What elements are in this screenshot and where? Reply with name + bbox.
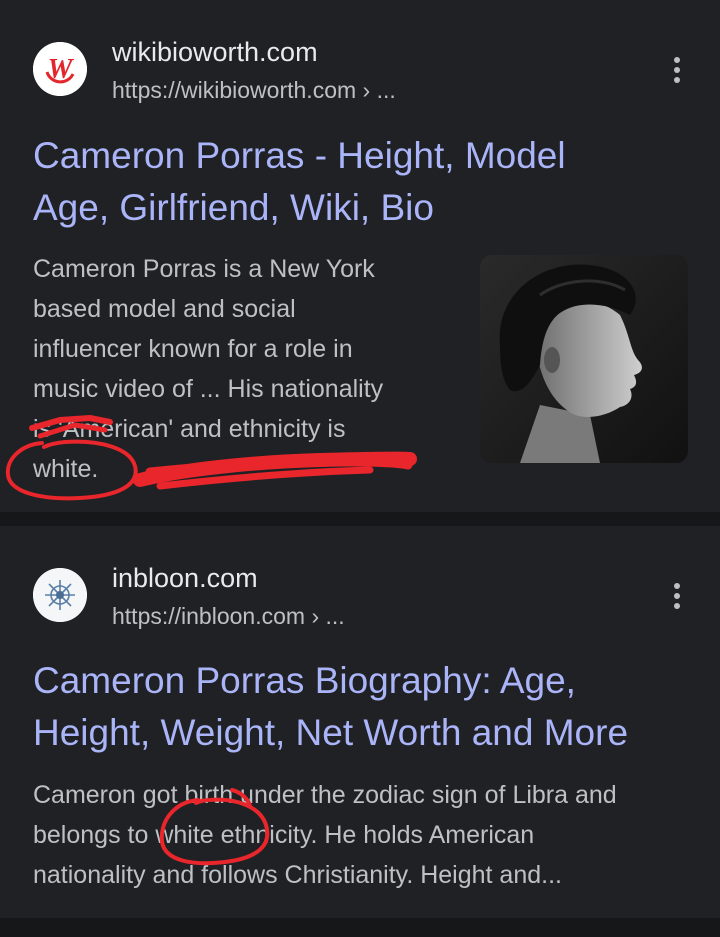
more-vert-icon[interactable] <box>660 576 694 616</box>
more-vert-icon[interactable] <box>660 50 694 90</box>
result-snippet: Cameron Porras is a New York based model… <box>33 249 383 489</box>
result-divider <box>0 918 720 937</box>
snippet-line: belongs to white ethnicity. He holds Ame… <box>33 821 535 849</box>
snippet-line: influencer known for a role in <box>33 335 353 363</box>
result-divider <box>0 512 720 526</box>
site-url[interactable]: https://wikibioworth.com › ... <box>112 76 396 104</box>
snippet-line: based model and social <box>33 295 296 323</box>
search-result-2: inbloon.com https://inbloon.com › ... Ca… <box>0 526 720 918</box>
site-name[interactable]: wikibioworth.com <box>112 36 318 68</box>
favicon-letter: W <box>48 54 75 85</box>
inbloon-logo-icon <box>33 568 87 622</box>
snippet-line: nationality and follows Christianity. He… <box>33 861 562 889</box>
title-line: Cameron Porras Biography: Age, <box>33 660 576 701</box>
result-title-link[interactable]: Cameron Porras - Height, Model Age, Girl… <box>33 130 566 234</box>
snippet-line: music video of ... His nationality <box>33 375 384 403</box>
profile-photo-thumbnail[interactable] <box>480 255 688 463</box>
snippet-line: Cameron got birth under the zodiac sign … <box>33 781 617 809</box>
snippet-line: Cameron Porras is a New York <box>33 255 375 283</box>
wikibioworth-logo-icon: W <box>33 42 87 96</box>
site-name[interactable]: inbloon.com <box>112 562 258 594</box>
search-result-1: W wikibioworth.com https://wikibioworth.… <box>0 0 720 512</box>
title-line: Age, Girlfriend, Wiki, Bio <box>33 187 434 228</box>
snippet-line: white. <box>33 455 99 483</box>
result-title-link[interactable]: Cameron Porras Biography: Age, Height, W… <box>33 655 628 759</box>
site-url[interactable]: https://inbloon.com › ... <box>112 602 345 630</box>
result-snippet: Cameron got birth under the zodiac sign … <box>33 775 617 895</box>
title-line: Cameron Porras - Height, Model <box>33 135 566 176</box>
snippet-line: is 'American' and ethnicity is <box>33 415 346 443</box>
title-line: Height, Weight, Net Worth and More <box>33 712 629 753</box>
